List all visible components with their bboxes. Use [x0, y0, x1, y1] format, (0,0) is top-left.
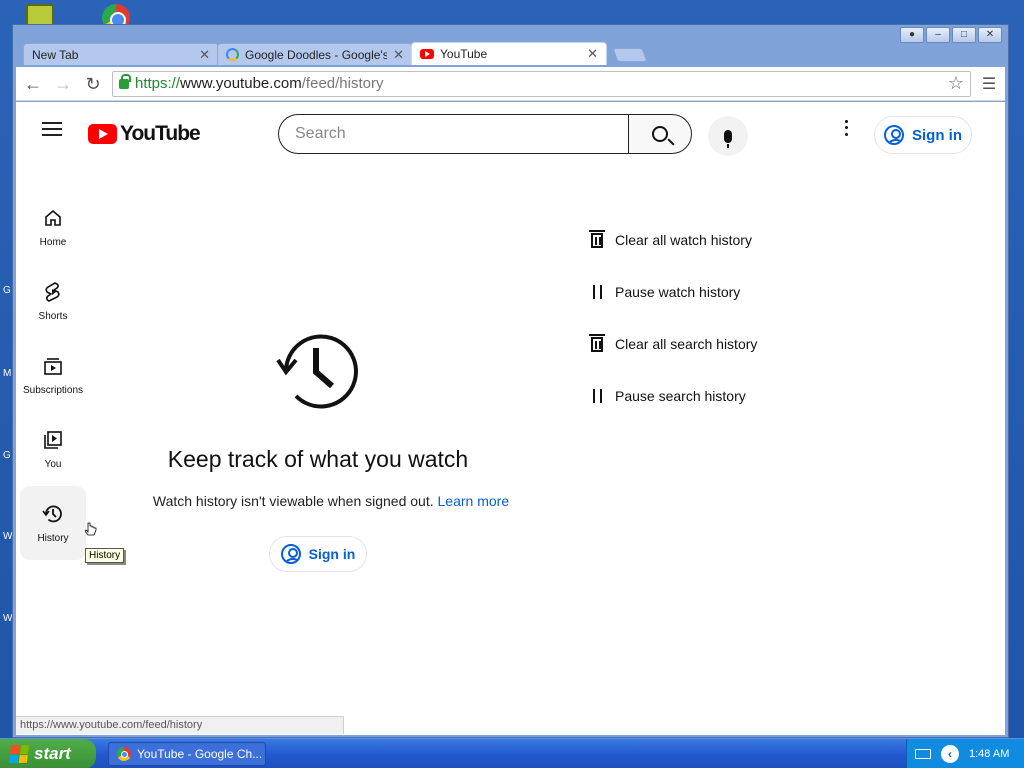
action-label: Clear all watch history — [615, 232, 752, 248]
sidebar-item-label: History — [37, 532, 69, 544]
new-tab-button[interactable] — [612, 48, 648, 62]
tray-expand-icon[interactable]: ‹ — [941, 745, 959, 763]
start-button[interactable]: start — [0, 739, 96, 768]
window-controls: ● – □ ✕ — [900, 27, 1002, 43]
sidebar-item-subscriptions[interactable]: Subscriptions — [20, 338, 86, 412]
action-label: Clear all search history — [615, 336, 758, 352]
clock[interactable]: 1:48 AM — [969, 748, 1009, 760]
lock-icon — [119, 73, 131, 89]
empty-state-title: Keep track of what you watch — [167, 446, 469, 472]
search-icon — [652, 126, 668, 142]
youtube-header: YouTube Search Sign in — [16, 102, 1005, 158]
pause-icon — [592, 389, 602, 403]
windows-flag-icon — [8, 745, 30, 763]
trash-icon — [589, 229, 605, 248]
sidebar-item-history[interactable]: History — [20, 486, 86, 560]
keyboard-icon[interactable] — [915, 749, 931, 759]
close-icon[interactable]: ✕ — [587, 46, 598, 62]
youtube-icon — [420, 49, 434, 59]
sign-in-label: Sign in — [912, 126, 962, 144]
clear-search-history-button[interactable]: Clear all search history — [589, 318, 757, 370]
start-label: start — [34, 744, 71, 763]
desktop-edge-label: M — [3, 368, 12, 379]
pause-icon — [592, 285, 602, 299]
forward-button[interactable]: → — [52, 73, 74, 95]
sidebar-item-label: Home — [39, 236, 67, 248]
sidebar-item-label: You — [44, 458, 62, 470]
youtube-logo[interactable]: YouTube — [88, 122, 201, 146]
account-icon — [884, 125, 904, 145]
taskbar: start YouTube - Google Ch... ‹ 1:48 AM — [0, 738, 1024, 768]
youtube-play-icon — [88, 124, 117, 144]
sidebar-item-shorts[interactable]: Shorts — [20, 264, 86, 338]
search-button[interactable] — [628, 114, 692, 154]
url-host: www.youtube.com — [180, 75, 302, 92]
youtube-page: YouTube Search Sign in Home Shorts Subsc… — [16, 102, 1005, 735]
tab-label: YouTube — [440, 47, 488, 61]
sidebar-item-you[interactable]: You — [20, 412, 86, 486]
clear-watch-history-button[interactable]: Clear all watch history — [589, 214, 757, 266]
maximize-button[interactable]: □ — [952, 27, 976, 43]
history-icon — [42, 503, 64, 525]
home-icon — [42, 207, 64, 229]
settings-more-icon[interactable] — [843, 118, 849, 138]
tab-new-tab[interactable]: New Tab ✕ — [23, 43, 219, 65]
system-tray: ‹ 1:48 AM — [906, 739, 1024, 768]
subscriptions-icon — [42, 355, 64, 377]
you-icon — [42, 429, 64, 451]
action-label: Pause watch history — [615, 284, 741, 300]
url-path: /feed/history — [301, 75, 384, 92]
desktop-edge-label: G — [3, 450, 11, 461]
voice-search-button[interactable] — [708, 116, 748, 156]
empty-state-text: Watch history isn't viewable when signed… — [152, 493, 434, 509]
learn-more-link[interactable]: Learn more — [438, 493, 510, 509]
sidebar-item-home[interactable]: Home — [20, 190, 86, 264]
tab-label: Google Doodles - Google's Se — [245, 47, 388, 62]
browser-toolbar: ← → ↻ https:// www.youtube.com /feed/his… — [16, 67, 1005, 101]
reload-button[interactable]: ↻ — [82, 73, 104, 95]
tab-label: New Tab — [32, 47, 79, 62]
profile-icon[interactable]: ● — [900, 27, 924, 43]
browser-menu-button[interactable]: ☰ — [979, 74, 999, 94]
close-icon[interactable]: ✕ — [199, 47, 210, 63]
address-bar[interactable]: https:// www.youtube.com /feed/history ☆ — [112, 70, 971, 97]
sidebar-item-label: Shorts — [38, 310, 68, 322]
microphone-icon — [724, 129, 732, 148]
empty-state-sign-in-button[interactable]: Sign in — [269, 536, 367, 572]
empty-state-subtitle: Watch history isn't viewable when signed… — [121, 493, 541, 509]
taskbar-item-label: YouTube - Google Ch... — [137, 747, 263, 761]
sidebar: Home Shorts Subscriptions You History — [20, 190, 86, 560]
tab-google-doodles[interactable]: Google Doodles - Google's Se ✕ — [217, 43, 413, 65]
shorts-icon — [42, 281, 64, 303]
account-icon — [280, 544, 301, 564]
trash-icon — [589, 333, 605, 352]
back-button[interactable]: ← — [22, 73, 44, 95]
close-window-button[interactable]: ✕ — [978, 27, 1002, 43]
desktop-edge-label: G — [3, 285, 11, 296]
bookmark-star-icon[interactable]: ☆ — [948, 73, 964, 94]
tab-youtube[interactable]: YouTube ✕ — [411, 42, 607, 65]
mouse-pointer-icon — [85, 522, 97, 536]
status-bar-url: https://www.youtube.com/feed/history — [16, 716, 344, 734]
pause-watch-history-button[interactable]: Pause watch history — [589, 266, 757, 318]
url-scheme: https:// — [135, 75, 181, 92]
tab-strip: New Tab ✕ Google Doodles - Google's Se ✕… — [23, 42, 648, 65]
youtube-logo-text: YouTube — [120, 122, 201, 145]
sidebar-item-label: Subscriptions — [22, 384, 84, 396]
tooltip: History — [85, 548, 125, 563]
browser-window: ● – □ ✕ New Tab ✕ Google Doodles - Googl… — [12, 24, 1009, 738]
hamburger-menu-icon[interactable] — [42, 122, 62, 137]
minimize-button[interactable]: – — [926, 27, 950, 43]
taskbar-item-chrome[interactable]: YouTube - Google Ch... — [108, 742, 266, 766]
sign-in-button[interactable]: Sign in — [874, 116, 972, 154]
google-icon — [226, 48, 239, 61]
chrome-icon — [117, 747, 131, 761]
close-icon[interactable]: ✕ — [393, 47, 404, 63]
action-label: Pause search history — [615, 388, 746, 404]
search-input[interactable]: Search — [278, 114, 629, 154]
pause-search-history-button[interactable]: Pause search history — [589, 370, 757, 422]
sign-in-label: Sign in — [308, 546, 356, 562]
history-illustration-icon — [276, 334, 358, 409]
history-actions: Clear all watch history Pause watch hist… — [589, 214, 757, 422]
